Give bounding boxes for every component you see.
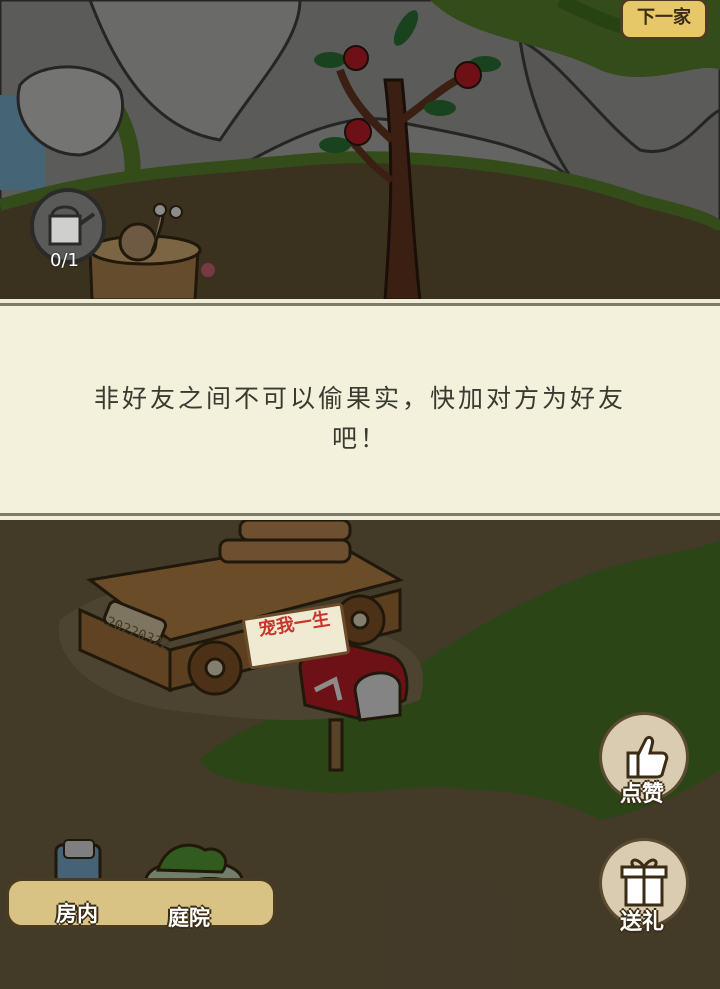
message-dialog: 非好友之间不可以偷果实，快加对方为好友吧！ <box>0 299 720 520</box>
gift-label: 送礼 <box>619 910 664 935</box>
tab-yard[interactable]: 庭院 <box>168 902 210 932</box>
bottom-tab-bar <box>6 878 276 928</box>
like-label: 点赞 <box>619 782 664 807</box>
next-home-button[interactable]: 下一家 <box>620 0 708 40</box>
watering-count: 0/1 <box>50 250 79 271</box>
tab-room[interactable]: 房内 <box>56 898 98 928</box>
dialog-message: 非好友之间不可以偷果实，快加对方为好友吧！ <box>93 384 626 453</box>
